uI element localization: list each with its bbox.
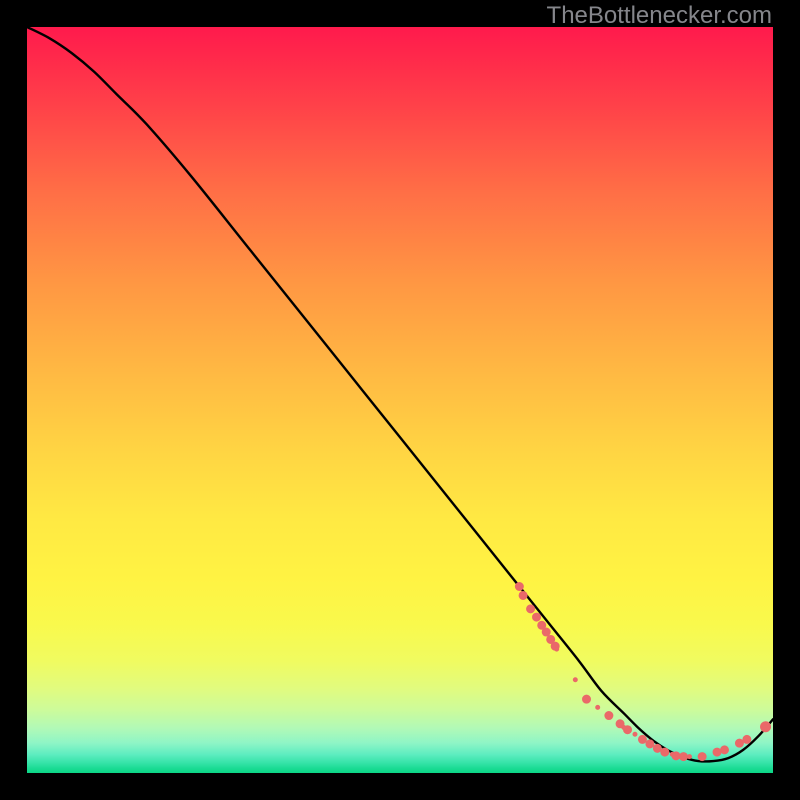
- sample-point: [698, 753, 706, 761]
- watermark-text: TheBottlenecker.com: [547, 2, 772, 30]
- sample-point: [661, 748, 669, 756]
- sample-point: [646, 740, 654, 748]
- sample-point: [596, 705, 600, 709]
- sample-point: [515, 583, 523, 591]
- sample-point: [624, 726, 632, 734]
- sample-point: [573, 678, 577, 682]
- chart-stage: TheBottlenecker.com: [0, 0, 800, 800]
- plot-area: [27, 27, 773, 773]
- sample-point: [527, 605, 535, 613]
- sample-point: [735, 739, 743, 747]
- sample-point: [605, 712, 613, 720]
- sample-point: [713, 748, 721, 756]
- sample-point: [542, 628, 550, 636]
- sample-point: [743, 735, 751, 743]
- sample-point: [519, 591, 527, 599]
- sample-point: [687, 755, 691, 759]
- sample-point: [555, 647, 559, 651]
- sample-point: [533, 613, 541, 621]
- sample-point: [633, 732, 637, 736]
- sample-point: [761, 722, 771, 732]
- sample-point: [583, 695, 591, 703]
- sample-point: [721, 746, 729, 754]
- dots-layer: [27, 27, 773, 773]
- sample-point: [638, 735, 646, 743]
- sample-point: [679, 753, 687, 761]
- sample-point: [672, 752, 680, 760]
- sample-point: [653, 744, 661, 752]
